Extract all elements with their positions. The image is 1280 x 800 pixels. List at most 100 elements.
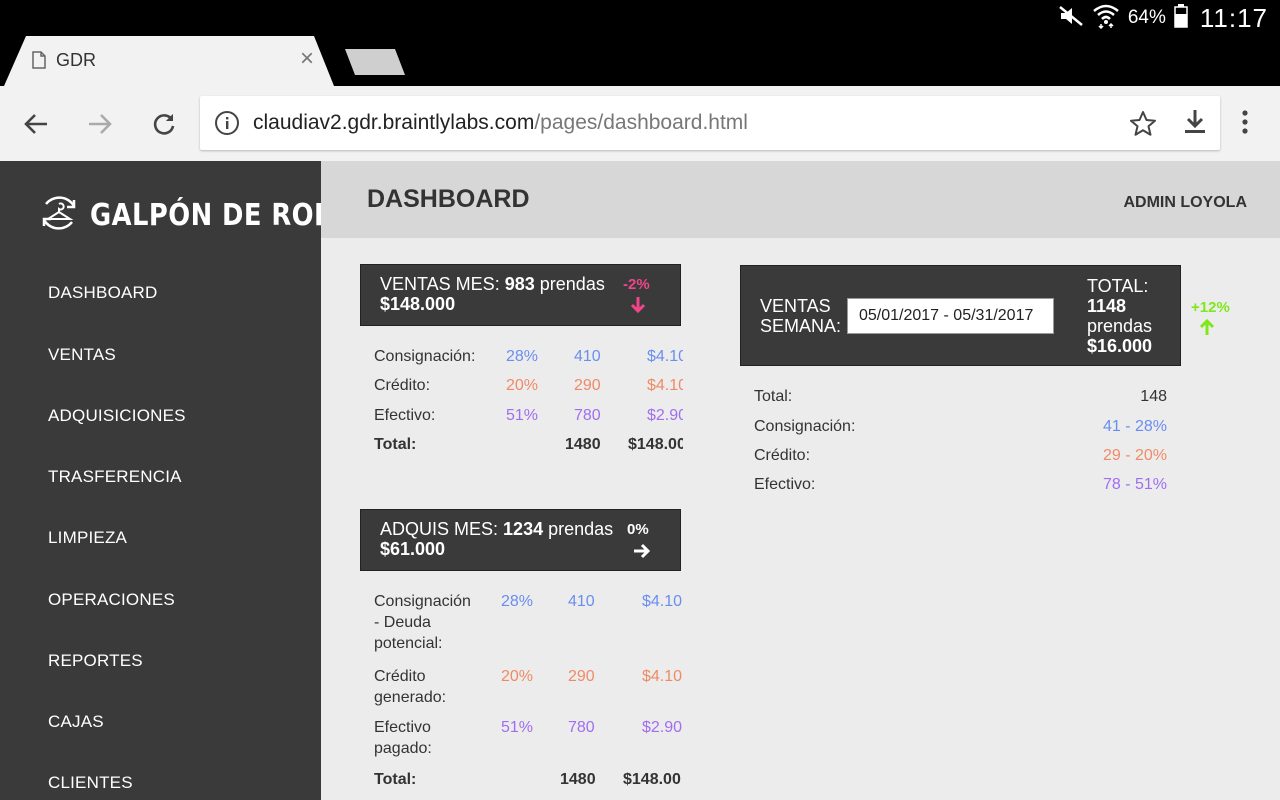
ventas-mes-label: VENTAS MES: <box>380 274 500 294</box>
table-cell-amount: $2.90 <box>647 407 683 424</box>
info-icon[interactable] <box>214 110 240 141</box>
table-cell-amount: $4.10 <box>647 348 683 365</box>
ventas-mes-header: VENTAS MES: 983 prendas $148.000 -2% <box>360 264 681 326</box>
table-row-label: Total: <box>754 388 793 405</box>
page-title: DASHBOARD <box>367 185 530 213</box>
ventas-semana-count: 1148 <box>1087 296 1127 316</box>
ventas-mes-amount: $148.000 <box>380 294 456 314</box>
browser-tab[interactable]: GDR × <box>4 36 334 86</box>
table-row-label: Efectivo: <box>754 476 816 493</box>
ventas-mes-title: VENTAS MES: 983 prendas <box>380 274 605 295</box>
table-cell-amount: $4.10 <box>647 377 683 394</box>
document-icon <box>32 51 46 74</box>
label-line: potencial: <box>374 635 443 652</box>
download-icon[interactable] <box>1182 108 1208 141</box>
adquis-mes-delta: 0% <box>627 521 649 538</box>
table-row-label: Efectivo pagado: <box>374 719 432 758</box>
status-bar: 64% 11:17 <box>0 0 1280 36</box>
label-line: - Deuda <box>374 614 431 631</box>
reload-icon[interactable] <box>148 108 180 140</box>
ventas-mes-delta: -2% <box>623 276 650 293</box>
ventas-mes-unit: prendas <box>539 274 605 294</box>
page-header: DASHBOARD ADMIN LOYOLA <box>321 161 1280 238</box>
user-menu[interactable]: ADMIN LOYOLA <box>1123 194 1247 212</box>
ventas-semana-unit: prendas <box>1087 316 1153 336</box>
adquis-mes-count: 1234 <box>503 519 544 539</box>
address-bar[interactable]: claudiav2.gdr.braintlylabs.com/pages/das… <box>200 96 1220 150</box>
table-row-label: Crédito: <box>754 447 811 464</box>
browser-toolbar: claudiav2.gdr.braintlylabs.com/pages/das… <box>0 86 1280 161</box>
battery-percent: 64% <box>1127 7 1166 28</box>
mute-icon <box>1058 5 1084 32</box>
table-total-label: Total: <box>374 771 417 788</box>
label-line: generado: <box>374 689 447 706</box>
url-text[interactable]: claudiav2.gdr.braintlylabs.com/pages/das… <box>253 111 748 135</box>
bookmark-star-icon[interactable] <box>1129 110 1157 142</box>
clock: 11:17 <box>1199 2 1268 33</box>
table-total-qty: 1480 <box>560 771 596 788</box>
sidebar-item-adquisiciones[interactable]: ADQUISICIONES <box>48 406 186 426</box>
ventas-semana-label-2: SEMANA: <box>760 316 842 336</box>
sidebar-item-ventas[interactable]: VENTAS <box>48 345 116 365</box>
ventas-semana-delta: +12% <box>1191 299 1230 316</box>
ventas-semana-label-1: VENTAS <box>760 296 831 316</box>
table-total-amount: $148.00 <box>628 436 683 453</box>
table-cell-qty: 290 <box>574 377 601 394</box>
hanger-logo-icon <box>38 192 80 239</box>
app: GALPÓN DE ROPA DASHBOARD VENTAS ADQUISIC… <box>0 161 1280 800</box>
table-cell-pct: 28% <box>506 348 539 365</box>
sidebar: GALPÓN DE ROPA DASHBOARD VENTAS ADQUISIC… <box>0 161 351 800</box>
overflow-menu-icon[interactable] <box>1240 108 1250 141</box>
table-cell-value: 41 - 28% <box>1102 418 1167 435</box>
logo-text: GALPÓN DE ROPA <box>90 198 352 233</box>
table-cell-pct: 20% <box>501 668 534 685</box>
ventas-semana-total-label: TOTAL: <box>1087 276 1149 296</box>
sidebar-item-reportes[interactable]: REPORTES <box>48 651 143 671</box>
tab-strip: GDR × <box>0 36 1280 86</box>
table-cell-value: 148 <box>1140 388 1167 405</box>
adquis-mes-unit: prendas <box>548 519 614 539</box>
arrow-right-icon <box>633 542 651 565</box>
label-line: Efectivo <box>374 719 431 736</box>
table-row-label: Crédito generado: <box>374 668 446 707</box>
label-line: pagado: <box>374 740 432 757</box>
battery-icon <box>1174 3 1188 33</box>
ventas-semana-header: VENTAS SEMANA: 05/01/2017 - 05/31/2017 T… <box>740 265 1181 366</box>
table-cell-qty: 780 <box>574 407 601 424</box>
table-cell-amount: $4.10 <box>642 668 683 685</box>
table-cell-qty: 780 <box>568 719 595 736</box>
adquis-mes-header: ADQUIS MES: 1234 prendas $61.000 0% <box>360 509 681 571</box>
table-row-label: Consignación - Deuda potencial: <box>374 593 471 653</box>
wifi-icon <box>1092 3 1120 34</box>
ventas-semana-amount: $16.000 <box>1087 336 1153 356</box>
table-total-amount: $148.00 <box>623 771 681 788</box>
label-line: Crédito <box>374 668 426 685</box>
table-cell-value: 29 - 20% <box>1102 447 1167 464</box>
tab-close-icon[interactable]: × <box>300 47 314 71</box>
new-tab-button[interactable] <box>345 49 405 75</box>
table-cell-amount: $2.90 <box>642 719 683 736</box>
sidebar-item-cajas[interactable]: CAJAS <box>48 712 104 732</box>
sidebar-item-limpieza[interactable]: LIMPIEZA <box>48 528 127 548</box>
ventas-mes-count: 983 <box>504 274 535 294</box>
date-range-input[interactable]: 05/01/2017 - 05/31/2017 <box>847 298 1054 334</box>
adquis-mes-label: ADQUIS MES: <box>380 519 499 539</box>
forward-icon[interactable] <box>84 108 116 140</box>
table-cell-pct: 20% <box>506 377 539 394</box>
sidebar-item-operaciones[interactable]: OPERACIONES <box>48 590 175 610</box>
arrow-up-icon <box>1198 318 1216 341</box>
back-icon[interactable] <box>20 108 52 140</box>
sidebar-item-clientes[interactable]: CLIENTES <box>48 773 133 793</box>
url-host: claudiav2.gdr.braintlylabs.com <box>253 111 535 134</box>
sidebar-item-dashboard[interactable]: DASHBOARD <box>48 283 158 303</box>
table-row-label: Consignación: <box>374 348 476 365</box>
tab-title: GDR <box>56 50 96 70</box>
url-path: /pages/dashboard.html <box>534 111 748 134</box>
sidebar-item-trasferencia[interactable]: TRASFERENCIA <box>48 467 182 487</box>
table-cell-qty: 290 <box>568 668 595 685</box>
table-cell-amount: $4.10 <box>642 593 683 610</box>
table-row-label: Efectivo: <box>374 407 436 424</box>
table-total-label: Total: <box>374 436 417 453</box>
table-row-label: Consignación: <box>754 418 856 435</box>
status-icons: 64% 11:17 <box>1058 2 1268 34</box>
